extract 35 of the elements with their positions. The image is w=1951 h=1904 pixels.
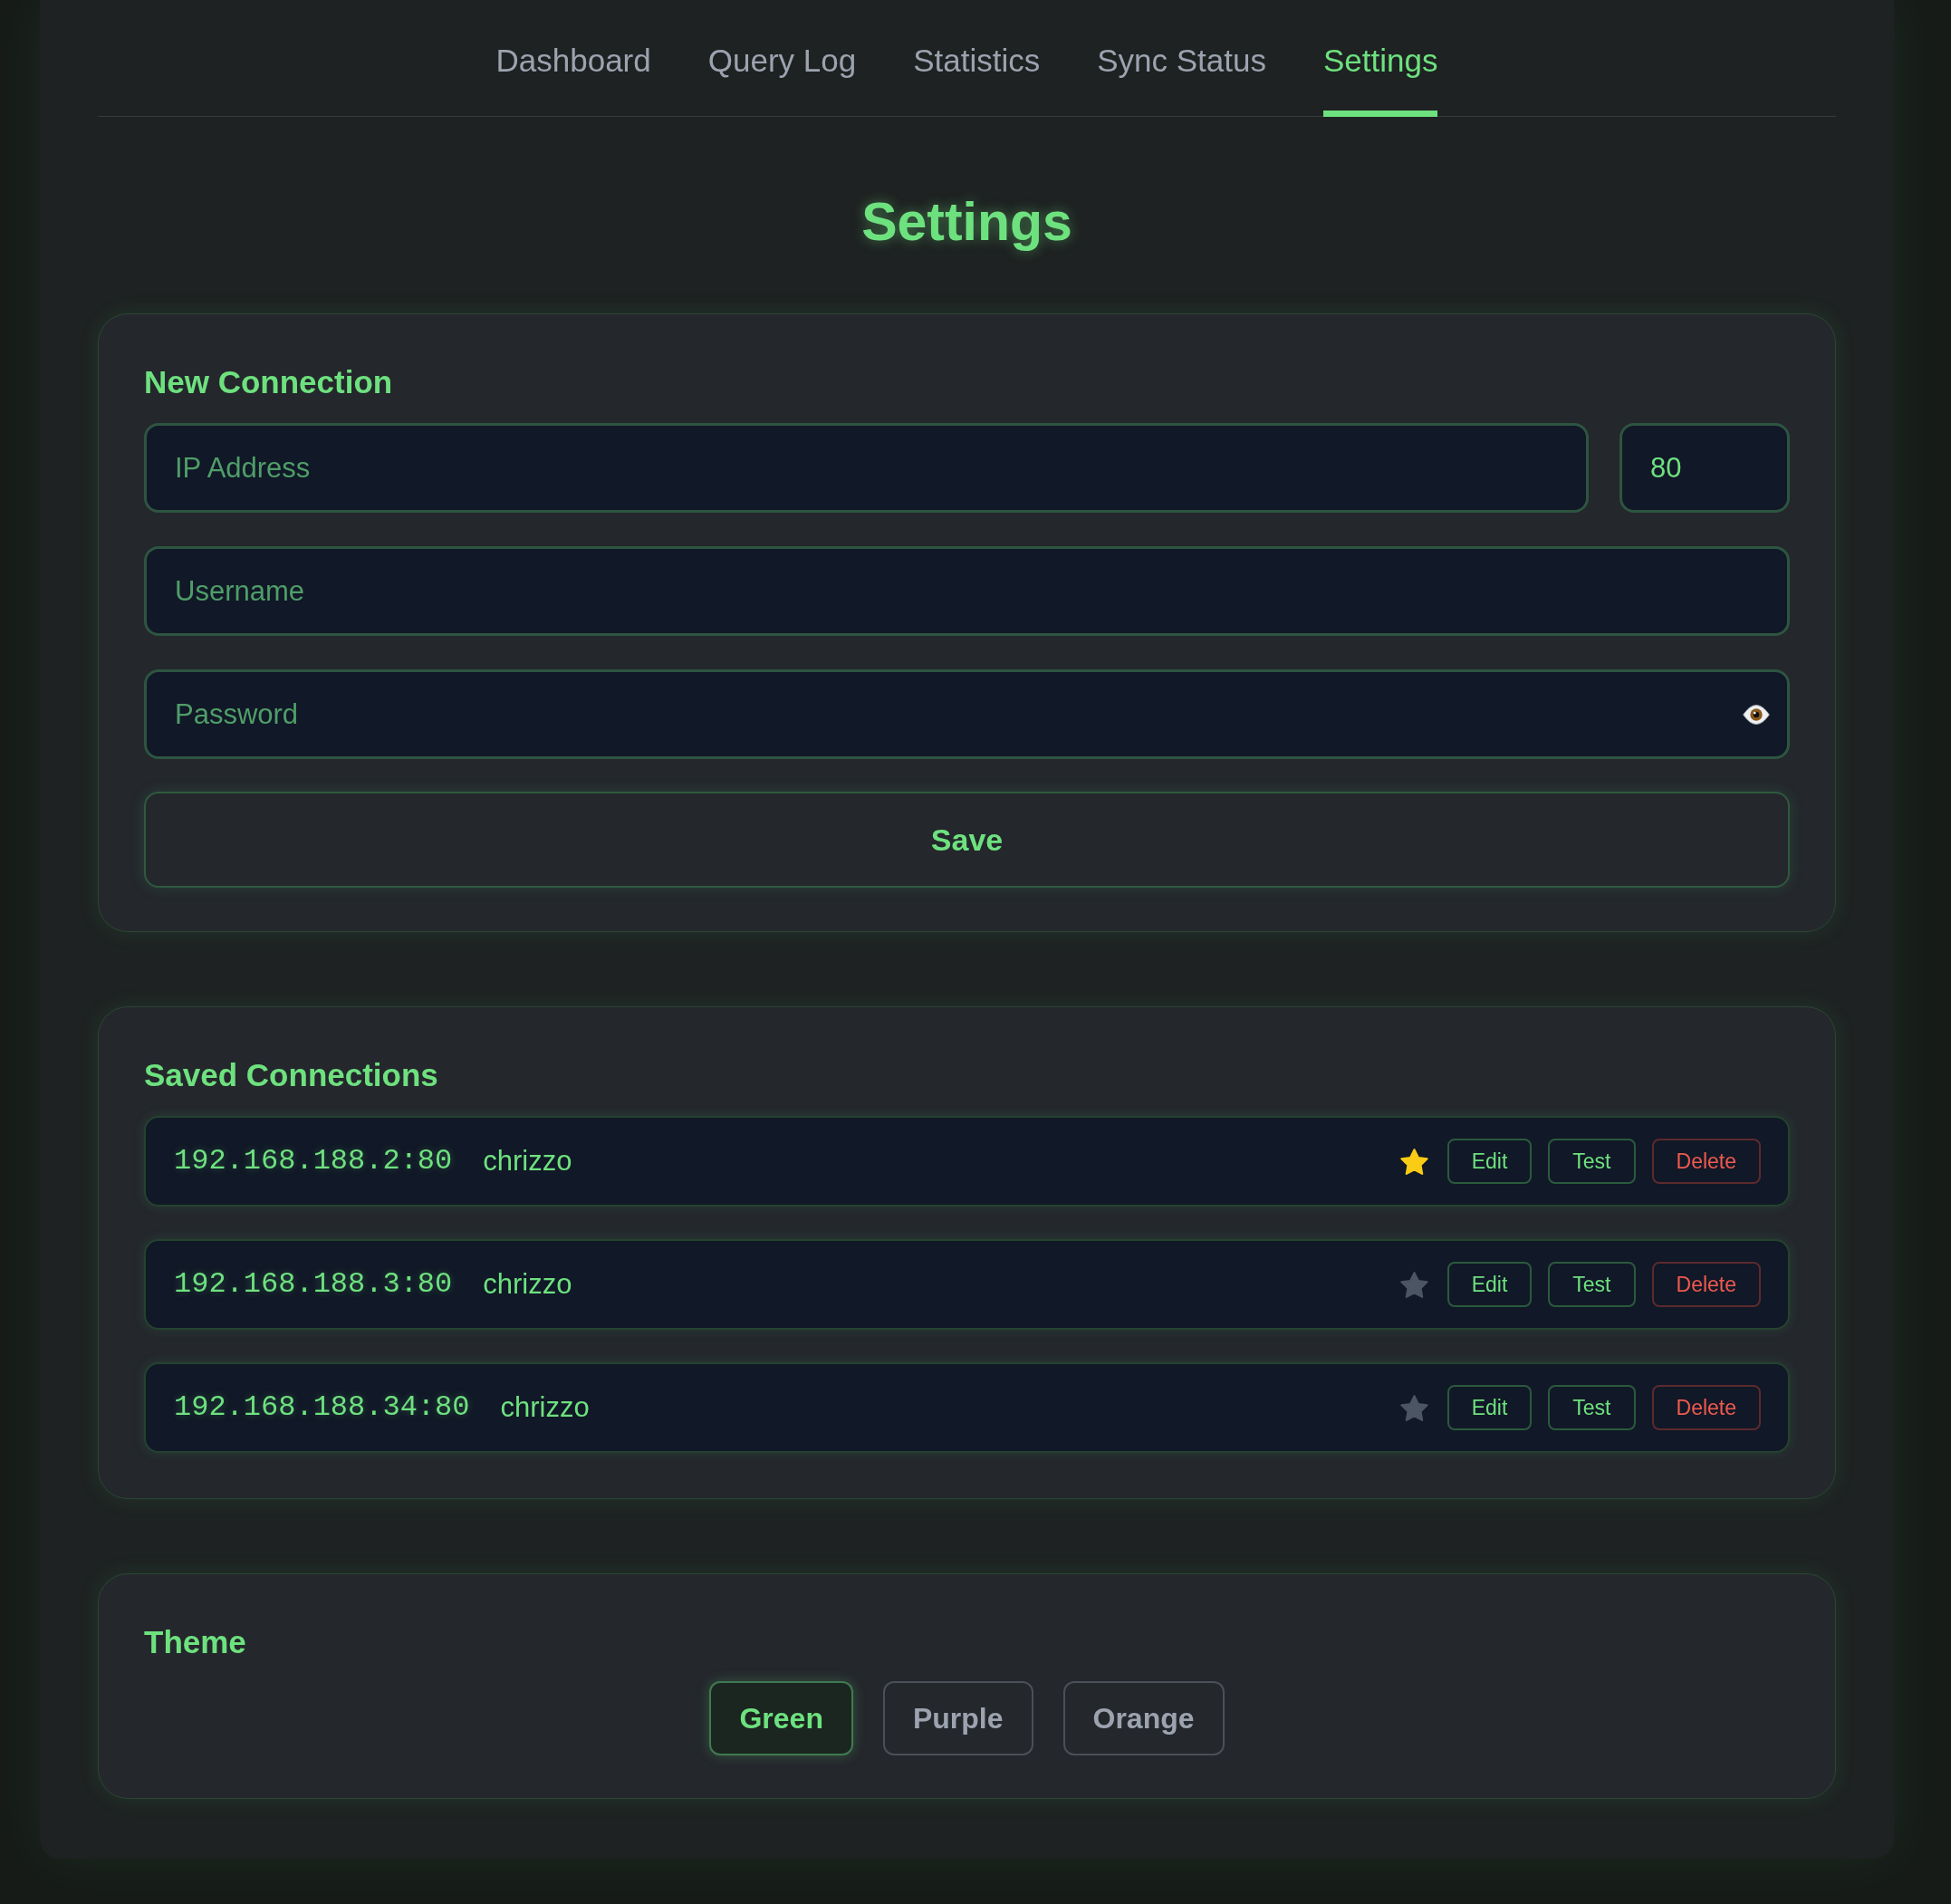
ip-address-text: 192.168.188.34:80	[174, 1390, 470, 1426]
username-text: chrizzo	[483, 1143, 572, 1178]
section-heading: Theme	[144, 1623, 246, 1661]
username-text: chrizzo	[500, 1390, 590, 1425]
action-button[interactable]: Test	[1548, 1139, 1636, 1184]
section-heading: New Connection	[144, 363, 393, 401]
port-field[interactable]: 80	[1619, 423, 1790, 513]
save-button[interactable]: Save	[144, 792, 1790, 888]
nav-tab[interactable]: Settings	[1323, 0, 1438, 117]
action-button[interactable]: Edit	[1446, 1262, 1533, 1307]
theme-button[interactable]: Green	[709, 1681, 853, 1755]
action-button[interactable]: Test	[1548, 1385, 1636, 1430]
action-button[interactable]: Edit	[1446, 1139, 1533, 1184]
password-field[interactable]: Password	[144, 669, 1790, 759]
action-button[interactable]: Edit	[1446, 1385, 1533, 1430]
nav-tab[interactable]: Query Log	[707, 0, 857, 117]
username-text: chrizzo	[483, 1266, 572, 1302]
eye-icon[interactable]	[1743, 705, 1770, 725]
page-title: Settings	[861, 191, 1072, 254]
nav-tab[interactable]: Dashboard	[495, 0, 651, 117]
nav-tab[interactable]: Statistics	[913, 0, 1041, 117]
username-field[interactable]: Username	[144, 546, 1790, 636]
star-icon[interactable]	[1399, 1394, 1428, 1421]
delete-button[interactable]: Delete	[1651, 1139, 1761, 1184]
theme-button[interactable]: Purple	[882, 1681, 1033, 1755]
action-button[interactable]: Test	[1548, 1262, 1636, 1307]
ip-address-text: 192.168.188.3:80	[174, 1266, 453, 1303]
nav-tab[interactable]: Sync Status	[1097, 0, 1266, 117]
delete-button[interactable]: Delete	[1651, 1262, 1761, 1307]
section-heading: Saved Connections	[144, 1056, 438, 1094]
ip-address-field[interactable]: IP Address	[144, 423, 1589, 513]
ip-address-text: 192.168.188.2:80	[174, 1143, 453, 1179]
theme-button[interactable]: Orange	[1062, 1681, 1225, 1755]
delete-button[interactable]: Delete	[1651, 1385, 1761, 1430]
star-icon[interactable]	[1399, 1271, 1428, 1298]
